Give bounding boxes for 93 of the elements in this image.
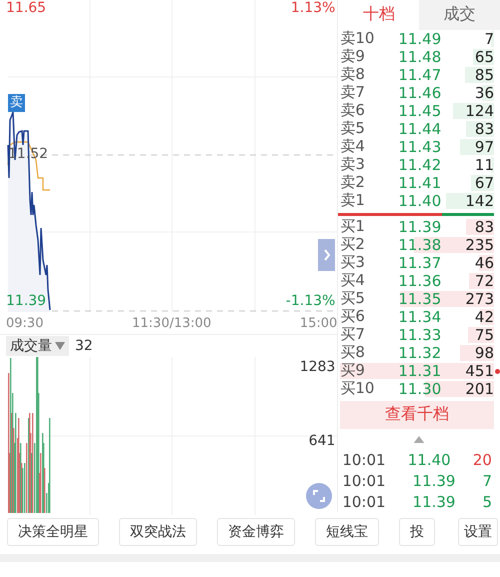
level-label: 买6 [340,307,366,326]
tool-button[interactable]: 双突战法 [119,518,197,546]
percent-low-label: -1.13% [286,293,336,309]
percent-high-label: 1.13% [290,0,336,16]
price-text: 11.35 [398,290,442,308]
level-label: 卖4 [340,137,366,156]
dropdown-icon [55,342,65,350]
volume-text: 72 [474,272,494,290]
price-text: 11.33 [398,326,442,344]
volume-text: 124 [464,102,494,120]
price-text: 11.34 [398,308,442,326]
trade-time: 10:01 [342,450,386,469]
trade-price: 11.39 [412,492,456,511]
level-label: 卖5 [340,119,366,138]
price-text: 11.46 [398,84,442,102]
volume-text: 97 [474,138,494,156]
price-text: 11.45 [398,102,442,120]
volume-text: 451 [464,362,494,380]
trade-time: 10:01 [342,472,386,490]
level-label: 卖7 [340,83,366,102]
volume-value: 32 [75,338,93,354]
trade-price: 11.39 [412,472,456,490]
axis-label: 1283 [300,359,336,375]
view-more-button[interactable]: 查看千档 [340,400,494,429]
tool-button[interactable]: 资金博弈 [217,518,295,546]
level-label: 买3 [340,253,366,272]
level-label: 卖1 [340,191,366,210]
volume-text: 42 [474,308,494,326]
volume-text: 273 [464,290,494,308]
price-text: 11.39 [398,218,442,236]
level-label: 卖8 [340,65,366,84]
level-label: 买1 [340,217,366,236]
price-text: 11.49 [398,30,442,48]
indicator-dropdown[interactable]: 成交量 [6,336,69,356]
price-text: 11.38 [398,236,442,254]
price-text: 11.44 [398,120,442,138]
indicator-label: 成交量 [10,337,52,355]
level-label: 买4 [340,271,366,290]
level-label: 买5 [340,289,366,308]
price-text: 11.36 [398,272,442,290]
volume-text: 83 [474,120,494,138]
volume-text: 75 [474,326,494,344]
time-label: 09:30 [6,316,44,333]
volume-text: 36 [474,84,494,102]
sell-signal-badge: 卖 [8,94,25,112]
price-text: 11.43 [398,138,442,156]
trade-time: 10:01 [342,492,386,511]
price-text: 11.48 [398,48,442,66]
volume-text: 46 [474,254,494,272]
level-label: 卖6 [340,101,366,120]
level-label: 买8 [340,343,366,362]
trade-volume: 7 [482,472,492,490]
volume-text: 65 [474,48,494,66]
level-label: 买2 [340,235,366,254]
level-label: 卖3 [340,155,366,174]
volume-text: 83 [474,218,494,236]
price-text: 11.41 [398,174,442,192]
volume-text: 235 [464,236,494,254]
tool-button[interactable]: 投 [399,518,435,546]
volume-text: 7 [483,30,494,48]
price-text: 11.47 [398,66,442,84]
volume-text: 85 [474,66,494,84]
volume-text: 201 [464,380,494,398]
level-label: 买9 [340,361,366,380]
price-text: 11.32 [398,344,442,362]
trade-volume: 5 [482,492,492,511]
trade-volume: 20 [472,450,492,469]
level-label: 买7 [340,325,366,344]
axis-label: 641 [308,433,336,449]
volume-text: 11 [474,156,494,174]
tab[interactable]: 成交 [419,0,500,30]
volume-text: 67 [474,174,494,192]
caret-icon[interactable] [413,436,426,444]
trade-price: 11.40 [408,450,451,469]
settings-button[interactable]: 设置 [458,518,498,546]
price-high-label: 11.65 [6,0,46,16]
level-label: 卖9 [340,47,366,66]
tool-button[interactable]: 决策全明星 [7,518,99,546]
price-text: 11.37 [398,254,442,272]
level-label: 卖10 [340,29,376,48]
price-low-label: 11.39 [6,293,46,309]
volume-text: 98 [474,344,494,362]
price-text: 11.40 [398,192,442,210]
level-label: 卖2 [340,173,366,192]
level-label: 买10 [340,379,376,398]
volume-text: 142 [464,192,494,210]
fullscreen-icon[interactable] [306,483,332,509]
tool-button[interactable]: 短线宝 [315,518,379,546]
time-label: 15:00 [300,316,338,333]
price-text: 11.31 [398,362,442,380]
price-text: 11.30 [398,380,442,398]
time-label: 11:30/13:00 [132,316,212,333]
price-text: 11.42 [398,156,442,174]
